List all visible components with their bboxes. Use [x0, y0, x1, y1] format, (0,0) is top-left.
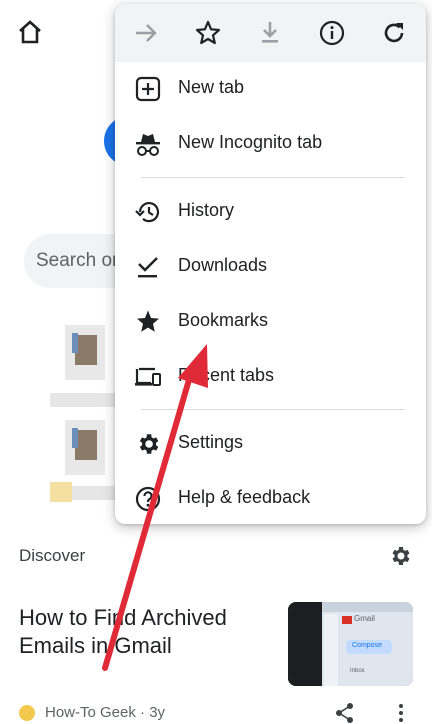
source-favicon-icon	[19, 705, 35, 722]
download-page-button[interactable]	[256, 19, 284, 47]
menu-item-help-feedback[interactable]: Help & feedback	[115, 471, 426, 524]
gear-icon	[135, 431, 161, 457]
share-icon[interactable]	[334, 702, 356, 724]
home-icon[interactable]	[16, 18, 44, 46]
shortcut-tile-1[interactable]	[50, 325, 120, 410]
article-age: · 3y	[135, 704, 166, 721]
menu-item-history[interactable]: History	[115, 184, 426, 239]
menu-item-label: Bookmarks	[178, 310, 269, 330]
download-check-icon	[135, 254, 161, 280]
menu-item-label: Settings	[178, 432, 244, 452]
menu-item-label: Downloads	[178, 255, 268, 275]
overflow-menu: New tab New Incognito tab History Downlo…	[115, 4, 426, 524]
arrow-right-icon	[132, 19, 160, 47]
menu-item-label: History	[178, 200, 235, 220]
star-outline-icon	[194, 19, 222, 47]
article-title[interactable]: How to Find Archived Emails in Gmail	[19, 604, 269, 660]
search-placeholder: Search or	[36, 250, 119, 271]
thumbnail-gmail-text: Gmail	[354, 614, 375, 623]
menu-divider	[141, 177, 405, 178]
refresh-icon	[380, 19, 408, 47]
article-source-row: How-To Geek · 3y	[19, 704, 165, 724]
menu-toolbar	[115, 4, 426, 62]
menu-item-label: New tab	[178, 77, 245, 97]
reload-button[interactable]	[380, 19, 408, 47]
more-vert-icon[interactable]	[392, 702, 410, 724]
discover-settings-gear-icon[interactable]	[388, 544, 412, 568]
menu-item-recent-tabs[interactable]: Recent tabs	[115, 349, 426, 404]
menu-item-settings[interactable]: Settings	[115, 416, 426, 471]
discover-label: Discover	[19, 546, 86, 565]
incognito-icon	[135, 131, 161, 157]
thumbnail-inbox-text: Inbox	[350, 668, 365, 674]
page-info-button[interactable]	[318, 19, 346, 47]
article-thumbnail[interactable]: Gmail Compose Inbox	[288, 602, 413, 686]
menu-item-label: Recent tabs	[178, 365, 275, 385]
thumbnail-compose-text: Compose	[352, 642, 382, 649]
star-filled-icon	[135, 309, 161, 335]
history-icon	[135, 199, 161, 225]
menu-item-new-tab[interactable]: New tab	[115, 61, 426, 116]
menu-item-bookmarks[interactable]: Bookmarks	[115, 294, 426, 349]
menu-item-label: Help & feedback	[178, 487, 311, 507]
plus-box-icon	[135, 76, 161, 102]
forward-button[interactable]	[132, 19, 160, 47]
help-icon	[135, 486, 161, 512]
shortcut-tile-2[interactable]	[50, 420, 120, 505]
menu-item-label: New Incognito tab	[178, 132, 323, 152]
source-name: How-To Geek	[45, 704, 136, 721]
info-icon	[318, 19, 346, 47]
devices-icon	[135, 364, 161, 390]
menu-divider	[141, 409, 405, 410]
bookmark-star-button[interactable]	[194, 19, 222, 47]
menu-item-new-incognito-tab[interactable]: New Incognito tab	[115, 116, 426, 171]
menu-item-downloads[interactable]: Downloads	[115, 239, 426, 294]
download-icon	[256, 19, 284, 47]
